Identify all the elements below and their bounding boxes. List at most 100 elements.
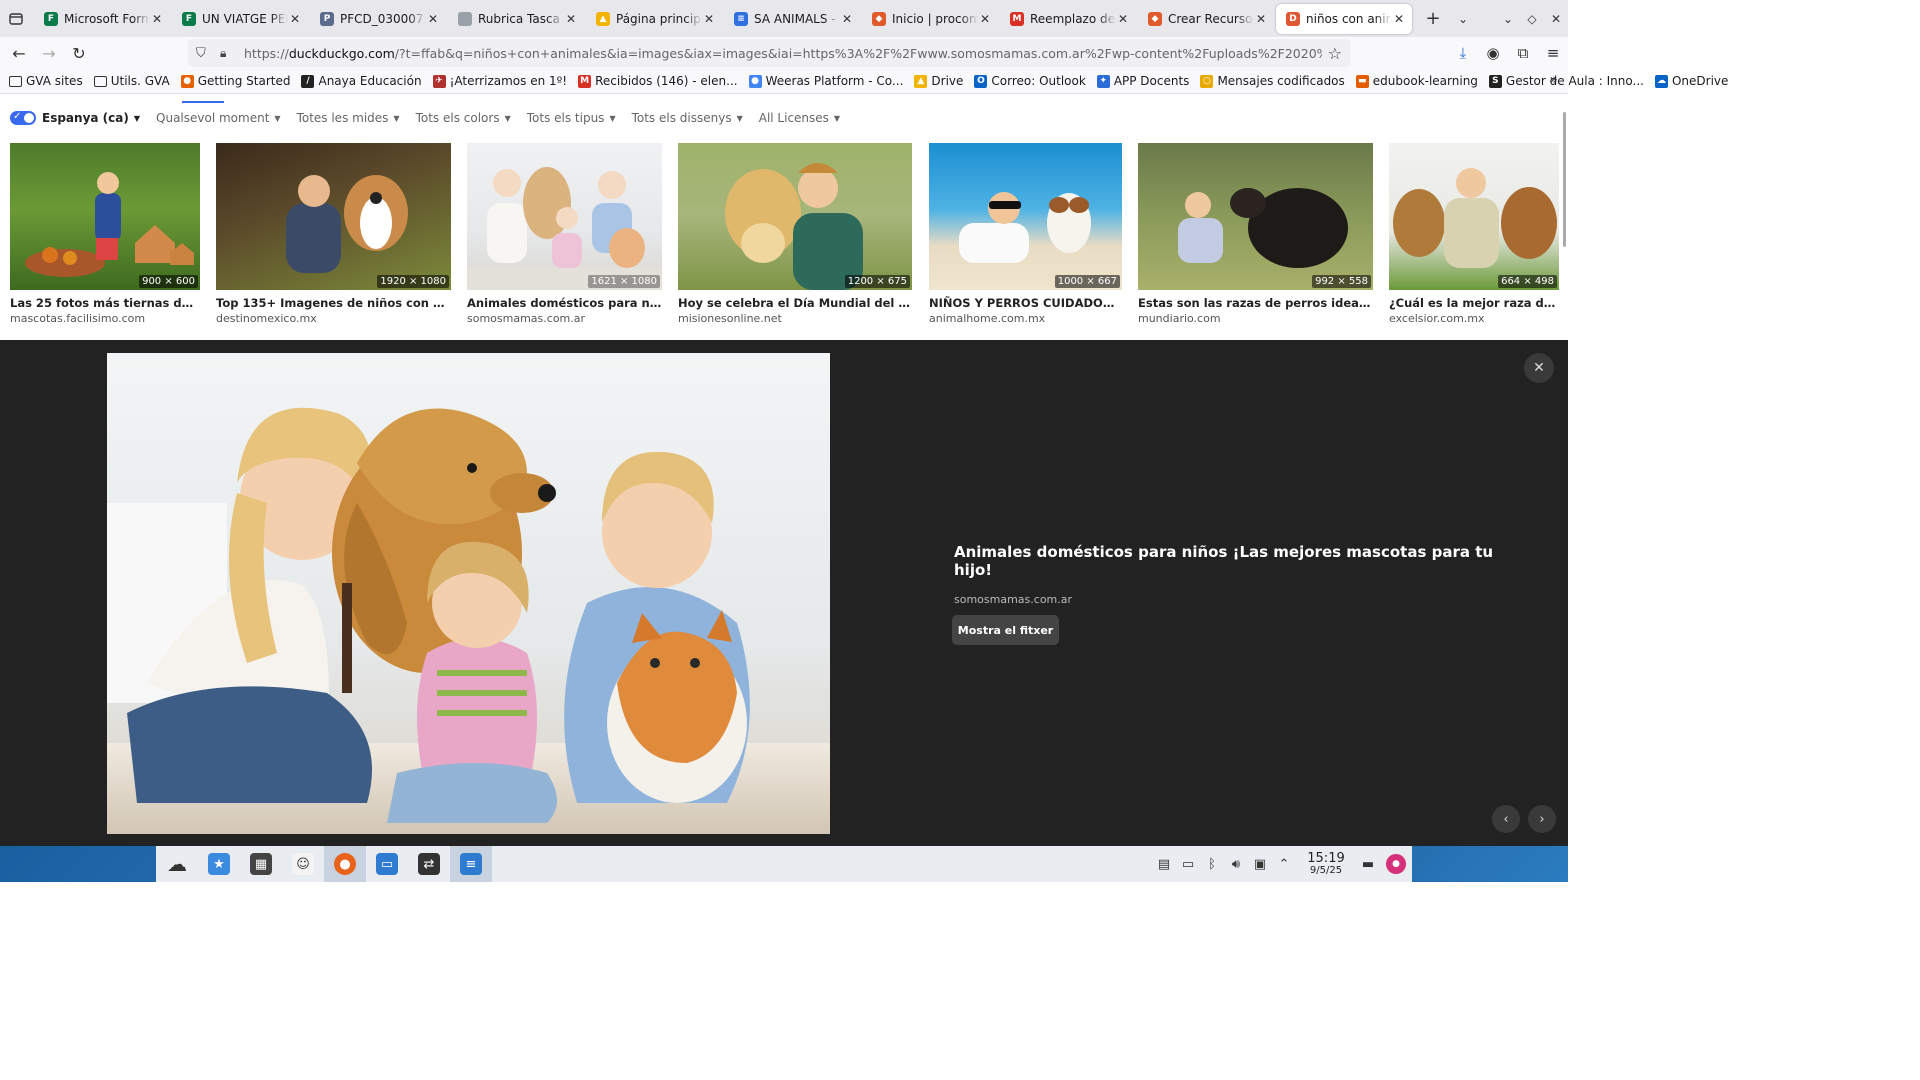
filter-license[interactable]: All Licenses ▼ [759,111,840,125]
close-tab-icon[interactable]: ✕ [1254,12,1268,26]
extensions-button[interactable]: ⧉ [1508,38,1538,68]
image-result[interactable]: 1200 × 675 Hoy se celebra el Día Mundial… [678,143,912,325]
next-image-button[interactable]: › [1528,805,1556,833]
result-title[interactable]: Estas son las razas de perros ideales pa… [1138,296,1373,310]
bluetooth-icon[interactable]: ᛒ [1200,857,1224,872]
image-result-selected[interactable]: 1621 × 1080 Animales domésticos para niñ… [467,143,662,325]
taskbar-app-face[interactable]: ☺ [282,846,324,882]
downloads-button[interactable]: ⤓ [1448,38,1478,68]
taskbar-app-terminal[interactable]: ⇄ [408,846,450,882]
browser-tab[interactable]: Dniños con animales✕ [1276,3,1412,34]
filter-size[interactable]: Totes les mides ▼ [297,111,400,125]
result-title[interactable]: Las 25 fotos más tiernas de niños con... [10,296,200,310]
browser-tab[interactable]: ≡ SA ANIMALS - Docs✕ [724,4,860,34]
account-button[interactable]: ◉ [1478,38,1508,68]
browser-tab[interactable]: M Reemplazo de información✕ [1000,4,1136,34]
show-desktop-icon[interactable]: ▬ [1356,857,1380,872]
result-title[interactable]: Top 135+ Imagenes de niños con mascotas … [216,296,451,310]
list-all-tabs-button[interactable]: ⌄ [1448,4,1478,34]
chevron-up-icon[interactable]: ⌃ [1272,857,1296,872]
close-tab-icon[interactable]: ✕ [288,12,302,26]
taskbar-app-writer[interactable]: ≡ [450,846,492,882]
clock[interactable]: 15:19 9/5/25 [1302,852,1350,876]
bookmark-item[interactable]: ✦ APP Docents [1096,74,1189,88]
minimize-button[interactable]: ⌄ [1496,4,1520,34]
region-toggle[interactable]: ✓ [10,111,36,125]
result-title[interactable]: Hoy se celebra el Día Mundial del Perro:… [678,296,912,310]
result-thumbnail[interactable]: 1920 × 1080 [216,143,451,290]
page-scrollbar[interactable] [1563,112,1566,247]
close-tab-icon[interactable]: ✕ [978,12,992,26]
bookmark-item[interactable]: ✈ ¡Aterrizamos en 1º! [432,74,567,88]
browser-tab[interactable]: ◆ Crear Recurso de Aula✕ [1138,4,1274,34]
close-detail-button[interactable]: ✕ [1524,353,1554,383]
reload-button[interactable]: ↻ [64,39,94,67]
bookmark-item[interactable]: ▬ edubook-learning [1355,74,1478,88]
more-bookmarks-icon[interactable]: » [1549,72,1558,88]
image-result[interactable]: 1920 × 1080 Top 135+ Imagenes de niños c… [216,143,451,325]
tab-list-button[interactable] [0,0,32,37]
result-thumbnail[interactable]: 664 × 498 [1389,143,1559,290]
forward-button[interactable]: → [34,39,64,67]
address-bar[interactable]: ⛉ 🔒︎ https://duckduckgo.com/?t=ffab&q=ni… [188,39,1350,67]
result-thumbnail[interactable]: 900 × 600 [10,143,200,290]
image-result[interactable]: 900 × 600 Las 25 fotos más tiernas de ni… [10,143,200,325]
browser-tab[interactable]: Rubrica Tasca A-1.pdf✕ [448,4,584,34]
bookmark-item[interactable]: O Correo: Outlook [974,74,1086,88]
network-icon[interactable]: ▣ [1248,857,1272,872]
filter-type[interactable]: Tots els tipus ▼ [527,111,616,125]
taskbar-app-calculator[interactable]: ▦ [240,846,282,882]
view-file-button[interactable]: Mostra el fitxer [952,615,1059,645]
previous-image-button[interactable]: ‹ [1492,805,1520,833]
image-result[interactable]: 992 × 558 Estas son las razas de perros … [1138,143,1373,325]
back-button[interactable]: ← [4,39,34,67]
filter-region[interactable]: Espanya (ca) ▼ [42,111,140,125]
bookmark-item[interactable]: ● Getting Started [180,74,290,88]
browser-tab[interactable]: P PFCD_03000734.pdf✕ [310,4,446,34]
lock-icon[interactable]: 🔒︎ [220,46,234,61]
result-thumbnail[interactable]: 1200 × 675 [678,143,912,290]
detail-title[interactable]: Animales domésticos para niños ¡Las mejo… [954,543,1514,579]
close-tab-icon[interactable]: ✕ [564,12,578,26]
result-title[interactable]: ¿Cuál es la mejor raza de perros ... [1389,296,1559,310]
taskbar-app-files[interactable]: ▭ [366,846,408,882]
result-title[interactable]: Animales domésticos para niños ¡Las ... [467,296,662,310]
close-window-button[interactable]: ✕ [1544,4,1568,34]
bookmark-item[interactable]: ● Weeras Platform - Co... [748,74,903,88]
user-avatar[interactable]: ● [1386,854,1406,874]
close-tab-icon[interactable]: ✕ [1116,12,1130,26]
close-tab-icon[interactable]: ✕ [1392,12,1406,26]
taskbar-app-firefox[interactable]: ● [324,846,366,882]
bookmark-item[interactable]: / Anaya Educación [301,74,422,88]
browser-tab[interactable]: F UN VIATGE PELS PAÏSOS✕ [172,4,308,34]
volume-icon[interactable]: 🔊︎ [1224,857,1248,872]
browser-tab[interactable]: ◆ Inicio | procomun✕ [862,4,998,34]
bookmark-item[interactable]: GVA sites [9,74,83,88]
taskbar-launcher[interactable]: ☁ [156,846,198,882]
new-tab-button[interactable]: + [1418,4,1448,34]
bookmark-item[interactable]: Utils. GVA [93,74,170,88]
detail-source[interactable]: somosmamas.com.ar [954,593,1514,606]
close-tab-icon[interactable]: ✕ [150,12,164,26]
filter-time[interactable]: Qualsevol moment ▼ [156,111,281,125]
maximize-button[interactable]: ◇ [1520,4,1544,34]
battery-icon[interactable]: ▭ [1176,857,1200,872]
clipboard-icon[interactable]: ▤ [1152,857,1176,872]
close-tab-icon[interactable]: ✕ [702,12,716,26]
result-thumbnail[interactable]: 1000 × 667 [929,143,1122,290]
bookmark-item[interactable]: ▲ Drive [914,74,963,88]
close-tab-icon[interactable]: ✕ [840,12,854,26]
shield-icon[interactable]: ⛉ [196,46,212,61]
result-thumbnail[interactable]: 1621 × 1080 [467,143,662,290]
filter-layout[interactable]: Tots els dissenys ▼ [632,111,743,125]
image-result[interactable]: 1000 × 667 NIÑOS Y PERROS CUIDADOS BÁSIC… [929,143,1122,325]
filter-color[interactable]: Tots els colors ▼ [416,111,511,125]
browser-tab[interactable]: ▲ Página principal - Drive✕ [586,4,722,34]
app-menu-button[interactable]: ≡ [1538,38,1568,68]
bookmark-star-icon[interactable]: ☆ [1328,44,1342,63]
result-title[interactable]: NIÑOS Y PERROS CUIDADOS BÁSIC... [929,296,1122,310]
bookmark-item[interactable]: M Recibidos (146) - elen... [578,74,738,88]
image-result[interactable]: 664 × 498 ¿Cuál es la mejor raza de perr… [1389,143,1559,325]
bookmark-item[interactable]: ○ Mensajes codificados [1200,74,1345,88]
bookmark-item[interactable]: ☁ OneDrive [1654,74,1728,88]
